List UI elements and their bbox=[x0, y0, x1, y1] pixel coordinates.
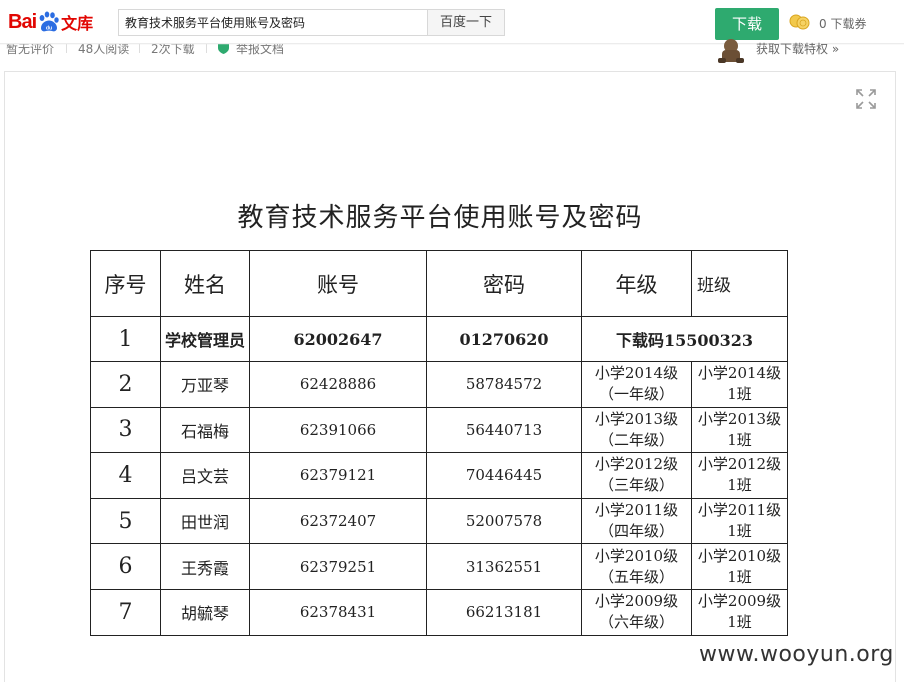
row-no: 1 bbox=[90, 316, 161, 362]
row-class: 小学2010级 1班 bbox=[691, 543, 788, 590]
row-password: 52007578 bbox=[426, 497, 582, 545]
grade-year: 小学2012级 bbox=[594, 455, 679, 474]
logo-wenku-text: 文库 bbox=[61, 14, 94, 33]
class-number: 1班 bbox=[727, 613, 752, 632]
grade-level: （一年级） bbox=[598, 385, 674, 404]
row-class: 小学2009级 1班 bbox=[691, 588, 788, 636]
table-row: 5 田世润 62372407 52007578 小学2011级 （四年级） 小学2… bbox=[90, 497, 788, 545]
row-no: 4 bbox=[90, 452, 161, 499]
row-grade: 小学2014级 （一年级） bbox=[581, 361, 692, 408]
grade-year: 小学2011级 bbox=[594, 501, 679, 520]
row-password: 58784572 bbox=[426, 361, 582, 408]
table-row: 4 吕文芸 62379121 70446445 小学2012级 （三年级） 小学2… bbox=[90, 452, 788, 499]
logo-bai-text: Bai bbox=[8, 10, 37, 33]
header-password: 密码 bbox=[426, 250, 582, 317]
document-title: 教育技术服务平台使用账号及密码 bbox=[237, 203, 643, 233]
grade-year: 小学2014级 bbox=[594, 364, 679, 383]
row-password: 31362551 bbox=[426, 543, 582, 590]
header-grade: 年级 bbox=[581, 250, 692, 317]
row-account: 62002647 bbox=[249, 316, 427, 362]
row-name: 石福梅 bbox=[160, 406, 250, 454]
row-grade: 小学2013级 （二年级） bbox=[581, 406, 692, 454]
row-name: 田世润 bbox=[160, 497, 250, 545]
row-download-code: 下载码15500323 bbox=[581, 316, 788, 362]
row-account: 62428886 bbox=[249, 361, 427, 408]
class-year: 小学2012级 bbox=[697, 455, 782, 474]
class-number: 1班 bbox=[727, 430, 752, 449]
row-grade: 小学2009级 （六年级） bbox=[581, 588, 692, 636]
row-name: 吕文芸 bbox=[160, 452, 250, 499]
row-account: 62379251 bbox=[249, 543, 427, 590]
table-row: 1 学校管理员 62002647 01270620 下载码15500323 bbox=[90, 316, 788, 362]
grade-year: 小学2010级 bbox=[594, 546, 679, 565]
baidu-paw-icon: du bbox=[39, 11, 59, 32]
row-class: 小学2014级 1班 bbox=[691, 361, 788, 408]
coin-icon bbox=[789, 14, 810, 30]
mascot-icon bbox=[718, 39, 744, 63]
grade-level: （四年级） bbox=[598, 522, 674, 541]
table-header-row: 序号 姓名 账号 密码 年级 班级 bbox=[90, 250, 788, 317]
download-privilege-link[interactable]: 获取下载特权 » bbox=[756, 40, 839, 57]
row-grade: 小学2010级 （五年级） bbox=[581, 543, 692, 590]
search-input[interactable] bbox=[118, 9, 427, 36]
class-year: 小学2013级 bbox=[697, 409, 782, 428]
row-no: 6 bbox=[90, 543, 161, 590]
header-account: 账号 bbox=[249, 250, 427, 317]
class-year: 小学2009级 bbox=[697, 592, 782, 611]
row-no: 5 bbox=[90, 497, 161, 545]
grade-year: 小学2013级 bbox=[594, 409, 679, 428]
row-no: 3 bbox=[90, 406, 161, 454]
table-row: 6 王秀霞 62379251 31362551 小学2010级 （五年级） 小学2… bbox=[90, 543, 788, 590]
class-number: 1班 bbox=[727, 567, 752, 586]
row-name: 胡毓琴 bbox=[160, 588, 250, 636]
table-row: 7 胡毓琴 62378431 66213181 小学2009级 （六年级） 小学2… bbox=[90, 588, 788, 636]
row-name: 学校管理员 bbox=[160, 316, 250, 362]
header-name: 姓名 bbox=[160, 250, 250, 317]
header-no: 序号 bbox=[90, 250, 161, 317]
watermark-text: www.wooyun.org bbox=[699, 642, 894, 667]
row-class: 小学2011级 1班 bbox=[691, 497, 788, 545]
class-year: 小学2014级 bbox=[697, 364, 782, 383]
row-no: 2 bbox=[90, 361, 161, 408]
account-table: 序号 姓名 账号 密码 年级 班级 1 学校管理员 62002647 01270… bbox=[90, 250, 788, 636]
row-grade: 小学2011级 （四年级） bbox=[581, 497, 692, 545]
row-account: 62378431 bbox=[249, 588, 427, 636]
row-name: 王秀霞 bbox=[160, 543, 250, 590]
top-bar: Bai du 文库 百度一下 下载 0 下载券 bbox=[0, 0, 904, 44]
search-button[interactable]: 百度一下 bbox=[427, 9, 505, 36]
grade-level: （五年级） bbox=[598, 567, 674, 586]
fullscreen-icon[interactable] bbox=[856, 89, 876, 109]
table-row: 2 万亚琴 62428886 58784572 小学2014级 （一年级） 小学2… bbox=[90, 361, 788, 408]
row-password: 01270620 bbox=[426, 316, 582, 362]
row-name: 万亚琴 bbox=[160, 361, 250, 408]
row-password: 70446445 bbox=[426, 452, 582, 499]
row-class: 小学2013级 1班 bbox=[691, 406, 788, 454]
row-password: 66213181 bbox=[426, 588, 582, 636]
row-account: 62391066 bbox=[249, 406, 427, 454]
grade-level: （三年级） bbox=[598, 476, 674, 495]
table-row: 3 石福梅 62391066 56440713 小学2013级 （二年级） 小学2… bbox=[90, 406, 788, 454]
class-number: 1班 bbox=[727, 522, 752, 541]
coupon-balance: 0 下载券 bbox=[819, 17, 867, 31]
row-class: 小学2012级 1班 bbox=[691, 452, 788, 499]
row-account: 62379121 bbox=[249, 452, 427, 499]
grade-level: （六年级） bbox=[598, 613, 674, 632]
svg-text:du: du bbox=[46, 25, 52, 31]
row-no: 7 bbox=[90, 588, 161, 636]
class-number: 1班 bbox=[727, 385, 752, 404]
row-password: 56440713 bbox=[426, 406, 582, 454]
header-class: 班级 bbox=[691, 250, 788, 317]
class-year: 小学2010级 bbox=[697, 546, 782, 565]
class-year: 小学2011级 bbox=[697, 501, 782, 520]
row-grade: 小学2012级 （三年级） bbox=[581, 452, 692, 499]
baidu-wenku-logo[interactable]: Bai du 文库 bbox=[8, 7, 93, 37]
grade-year: 小学2009级 bbox=[594, 592, 679, 611]
download-button[interactable]: 下载 bbox=[715, 8, 779, 40]
class-number: 1班 bbox=[727, 476, 752, 495]
row-account: 62372407 bbox=[249, 497, 427, 545]
grade-level: （二年级） bbox=[598, 430, 674, 449]
